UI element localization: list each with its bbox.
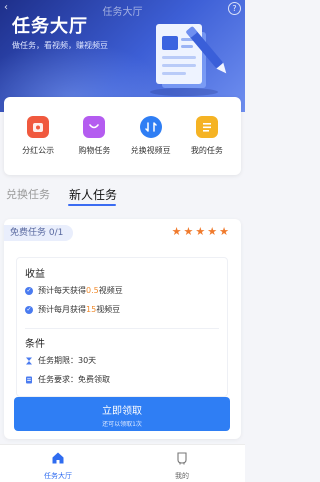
red-dividend-icon bbox=[27, 116, 50, 138]
star-icon: ★ bbox=[183, 225, 194, 238]
tab-exchange-tasks[interactable]: 兑换任务 bbox=[6, 186, 50, 202]
check-icon: ✓ bbox=[25, 305, 33, 314]
claim-button-label: 立即领取 bbox=[102, 406, 142, 417]
star-icon: ★ bbox=[195, 225, 206, 238]
shopping-bag-icon bbox=[83, 116, 106, 138]
shortcut-card: 分红公示 购物任务 兑换视频豆 我的任务 bbox=[4, 97, 241, 175]
income-month-row: ✓ 预计每月获得 15 视频豆 bbox=[25, 304, 120, 315]
condition-require-row: 任务要求：免费领取 bbox=[25, 374, 110, 385]
income-month-prefix: 预计每月获得 bbox=[38, 305, 86, 314]
income-day-prefix: 预计每天获得 bbox=[38, 286, 86, 295]
hourglass-icon bbox=[26, 357, 32, 364]
task-details: 收益 ✓ 预计每天获得 0.5 视频豆 ✓ 预计每月获得 15 视频豆 条件 任务期限：… bbox=[16, 257, 228, 397]
shortcut-label: 购物任务 bbox=[78, 146, 111, 155]
nav-mine[interactable]: 我的 bbox=[152, 451, 212, 481]
condition-require: 任务要求：免费领取 bbox=[38, 375, 110, 384]
star-icon: ★ bbox=[219, 225, 229, 238]
income-title: 收益 bbox=[25, 269, 45, 280]
hero-title: 任务大厅 bbox=[12, 16, 88, 37]
claim-button-sublabel: 还可以领取1次 bbox=[102, 421, 142, 428]
shortcut-label: 我的任务 bbox=[190, 146, 223, 155]
shortcut-label: 兑换视频豆 bbox=[130, 146, 171, 155]
shortcut-label: 分红公示 bbox=[22, 146, 55, 155]
income-day-value: 0.5 bbox=[86, 286, 99, 295]
task-list-icon bbox=[195, 116, 218, 138]
nav-label: 任务大厅 bbox=[44, 472, 72, 480]
nav-task-hall[interactable]: 任务大厅 bbox=[28, 451, 88, 481]
hero-subtitle: 做任务，看视频，赚视频豆 bbox=[12, 41, 108, 50]
condition-period-row: 任务期限：30天 bbox=[25, 355, 96, 366]
star-icon: ★ bbox=[207, 225, 218, 238]
income-month-value: 15 bbox=[86, 305, 97, 314]
home-icon bbox=[52, 452, 64, 464]
shortcut-shopping[interactable]: 购物任务 bbox=[68, 116, 120, 156]
task-type-badge: 免费任务 0/1 bbox=[4, 225, 74, 241]
document-pen-illustration-icon bbox=[150, 24, 227, 96]
active-tab-indicator bbox=[68, 204, 116, 206]
document-icon bbox=[26, 376, 32, 383]
shortcut-dividend[interactable]: 分红公示 bbox=[12, 116, 64, 156]
star-icon: ★ bbox=[171, 225, 182, 238]
hero-banner: ‹ 任务大厅 ? 任务大厅 做任务，看视频，赚视频豆 bbox=[0, 0, 245, 112]
exchange-icon bbox=[139, 116, 162, 138]
income-day-suffix: 视频豆 bbox=[98, 286, 123, 295]
nav-label: 我的 bbox=[175, 472, 189, 480]
shortcut-exchange[interactable]: 兑换视频豆 bbox=[125, 116, 177, 156]
claim-now-button[interactable]: 立即领取 还可以领取1次 bbox=[14, 397, 230, 431]
income-day-row: ✓ 预计每天获得 0.5 视频豆 bbox=[25, 285, 123, 296]
star-rating: ★ ★ ★ ★ ★ bbox=[172, 226, 229, 238]
shortcut-my-tasks[interactable]: 我的任务 bbox=[181, 116, 233, 156]
profile-icon bbox=[177, 452, 187, 465]
section-divider bbox=[25, 328, 219, 329]
bottom-navigation: 任务大厅 我的 bbox=[0, 444, 245, 482]
condition-title: 条件 bbox=[25, 339, 45, 350]
check-icon: ✓ bbox=[25, 286, 33, 295]
tab-newbie-tasks[interactable]: 新人任务 bbox=[69, 186, 117, 203]
condition-period: 任务期限：30天 bbox=[38, 356, 97, 365]
income-month-suffix: 视频豆 bbox=[96, 305, 121, 314]
task-card: 免费任务 0/1 ★ ★ ★ ★ ★ 收益 ✓ 预计每天获得 0.5 视频豆 ✓ 预… bbox=[4, 219, 241, 439]
